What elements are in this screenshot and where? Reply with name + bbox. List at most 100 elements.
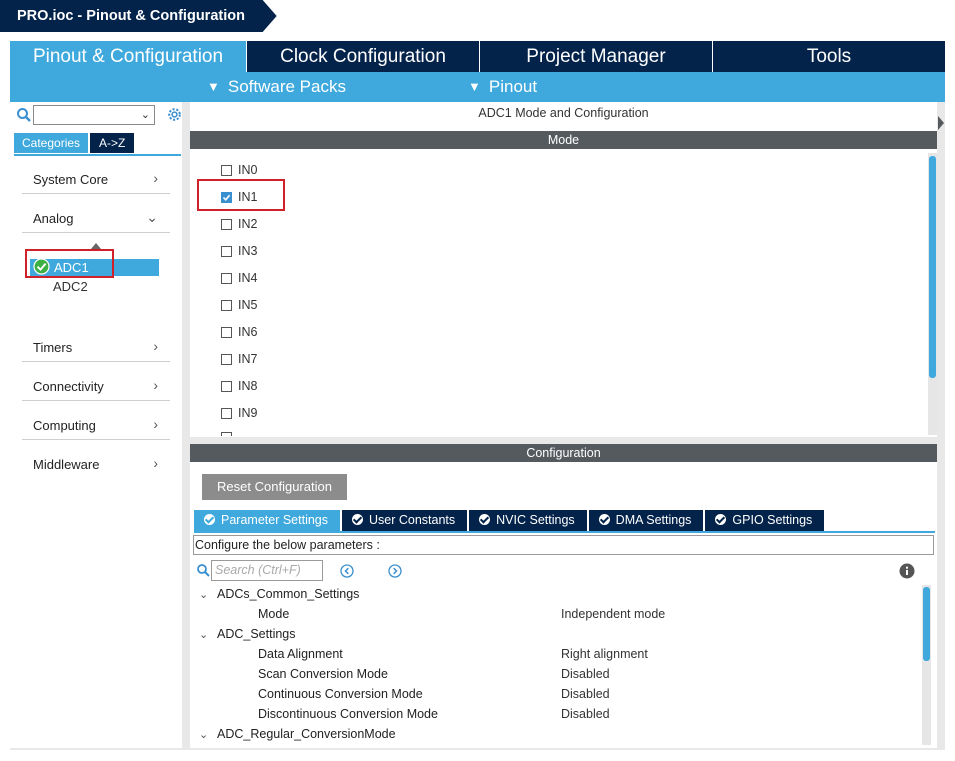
checkbox[interactable] (221, 246, 232, 257)
checkbox[interactable] (221, 273, 232, 284)
breadcrumb-chevron-icon (258, 0, 277, 32)
tab-nvic-settings[interactable]: NVIC Settings (469, 510, 587, 531)
category-label: Middleware (33, 457, 100, 472)
peripheral-adc2[interactable]: ADC2 (53, 279, 88, 294)
category-analog[interactable]: Analog ⌄ (22, 206, 170, 233)
chevron-right-icon: › (153, 338, 158, 354)
chevron-down-icon[interactable]: ⌄ (193, 728, 217, 741)
mode-panel (190, 102, 937, 437)
checkbox-label: IN4 (238, 271, 258, 285)
chevron-down-icon: ▼ (207, 79, 220, 94)
software-packs-menu[interactable]: ▼ Software Packs (207, 72, 346, 102)
parameter-row[interactable]: Discontinuous Conversion Mode Disabled (193, 707, 913, 727)
tab-dma-settings[interactable]: DMA Settings (588, 510, 704, 531)
category-computing[interactable]: Computing › (22, 413, 170, 440)
checkbox[interactable] (221, 219, 232, 230)
splitter[interactable] (937, 102, 945, 748)
parameter-row[interactable]: Data Alignment Right alignment (193, 647, 913, 667)
checkbox[interactable] (221, 327, 232, 338)
category-view-tabs: Categories A->Z (14, 133, 135, 153)
category-search-input[interactable]: ⌄ (33, 105, 155, 125)
parameter-value: Disabled (561, 687, 610, 701)
search-icon (197, 564, 210, 577)
pinout-label: Pinout (488, 77, 538, 96)
chevron-right-icon: › (153, 377, 158, 393)
chevron-right-icon: › (153, 170, 158, 186)
check-circle-icon (715, 514, 727, 525)
page-title: ADC1 Mode and Configuration (478, 106, 649, 120)
breadcrumb-label: PRO.ioc - Pinout & Configuration (17, 8, 245, 24)
checkbox[interactable] (221, 381, 232, 392)
parameter-name: Discontinuous Conversion Mode (258, 707, 438, 721)
chevron-down-icon: ⌄ (146, 209, 158, 225)
checkbox-label: IN0 (238, 163, 258, 177)
tree-group[interactable]: ⌄ ADC_Regular_ConversionMode (193, 727, 396, 747)
chevron-down-icon[interactable]: ⌄ (141, 108, 150, 121)
tab-categories[interactable]: Categories (14, 133, 89, 153)
tab-parameter-settings[interactable]: Parameter Settings (194, 510, 340, 531)
tab-pinout-configuration[interactable]: Pinout & Configuration (10, 41, 246, 72)
breadcrumb[interactable]: PRO.ioc - Pinout & Configuration (0, 0, 262, 32)
parameter-value: Disabled (561, 707, 610, 721)
tab-user-constants[interactable]: User Constants (342, 510, 468, 531)
parameter-row[interactable]: Scan Conversion Mode Disabled (193, 667, 913, 687)
search-icon[interactable] (16, 107, 32, 123)
check-circle-icon (479, 514, 491, 525)
tab-label: DMA Settings (615, 513, 692, 527)
category-timers[interactable]: Timers › (22, 335, 170, 362)
chevron-down-icon[interactable]: ⌄ (193, 628, 217, 641)
category-label: Computing (33, 418, 96, 433)
checkbox-label: IN8 (238, 379, 258, 393)
pinout-menu[interactable]: ▼ Pinout (468, 72, 537, 102)
checkbox[interactable] (221, 354, 232, 365)
checkbox[interactable] (221, 300, 232, 311)
category-label: Analog (33, 211, 74, 226)
mode-scrollbar-thumb[interactable] (929, 156, 936, 378)
parameter-scrollbar-thumb[interactable] (923, 587, 930, 661)
panel-divider[interactable] (190, 437, 937, 444)
next-match-icon[interactable] (388, 564, 402, 578)
parameter-name: Scan Conversion Mode (258, 667, 388, 681)
previous-match-icon[interactable] (340, 564, 354, 578)
category-middleware[interactable]: Middleware › (22, 452, 170, 478)
tree-group[interactable]: ⌄ ADC_Settings (193, 627, 296, 647)
parameter-value: Right alignment (561, 647, 648, 661)
tab-project-manager[interactable]: Project Manager (479, 41, 712, 72)
tree-group[interactable]: ⌄ ADCs_Common_Settings (193, 587, 359, 607)
configuration-header: Configuration (190, 444, 937, 462)
category-label: Timers (33, 340, 73, 355)
parameter-search-input[interactable]: Search (Ctrl+F) (211, 560, 323, 581)
tab-a-z[interactable]: A->Z (90, 133, 135, 153)
checkbox[interactable] (221, 408, 232, 419)
group-label: ADCs_Common_Settings (217, 587, 360, 601)
tab-tools[interactable]: Tools (712, 41, 945, 72)
tab-gpio-settings[interactable]: GPIO Settings (705, 510, 825, 531)
category-system-core[interactable]: System Core › (22, 167, 170, 194)
config-tabs: Parameter Settings User Constants NVIC S… (194, 510, 826, 531)
reset-configuration-button[interactable]: Reset Configuration (202, 474, 347, 500)
highlight-box (25, 249, 114, 278)
parameter-name: Mode (258, 607, 290, 621)
parameter-row[interactable]: Mode Independent mode (193, 607, 913, 627)
tab-label: GPIO Settings (732, 513, 813, 527)
collapse-panel-icon[interactable] (937, 113, 945, 133)
parameter-row[interactable]: Continuous Conversion Mode Disabled (193, 687, 913, 707)
info-icon[interactable] (899, 563, 915, 579)
checkbox-label: IN2 (238, 217, 258, 231)
tab-clock-configuration[interactable]: Clock Configuration (246, 41, 479, 72)
gear-icon[interactable] (166, 106, 183, 123)
parameter-value: Independent mode (561, 607, 666, 621)
parameter-name: Continuous Conversion Mode (258, 687, 423, 701)
category-connectivity[interactable]: Connectivity › (22, 374, 170, 401)
clipped-row (221, 432, 421, 436)
checkbox-label: IN3 (238, 244, 258, 258)
divider (194, 531, 935, 533)
checkbox[interactable] (221, 165, 232, 176)
mode-header: Mode (190, 131, 937, 149)
chevron-right-icon: › (153, 416, 158, 432)
checkbox-label: IN9 (238, 406, 258, 420)
chevron-down-icon[interactable]: ⌄ (193, 588, 217, 601)
parameter-value: Disabled (561, 667, 610, 681)
check-circle-icon (598, 514, 610, 525)
sub-tabs-bar: ▼ Software Packs ▼ Pinout (10, 72, 945, 102)
